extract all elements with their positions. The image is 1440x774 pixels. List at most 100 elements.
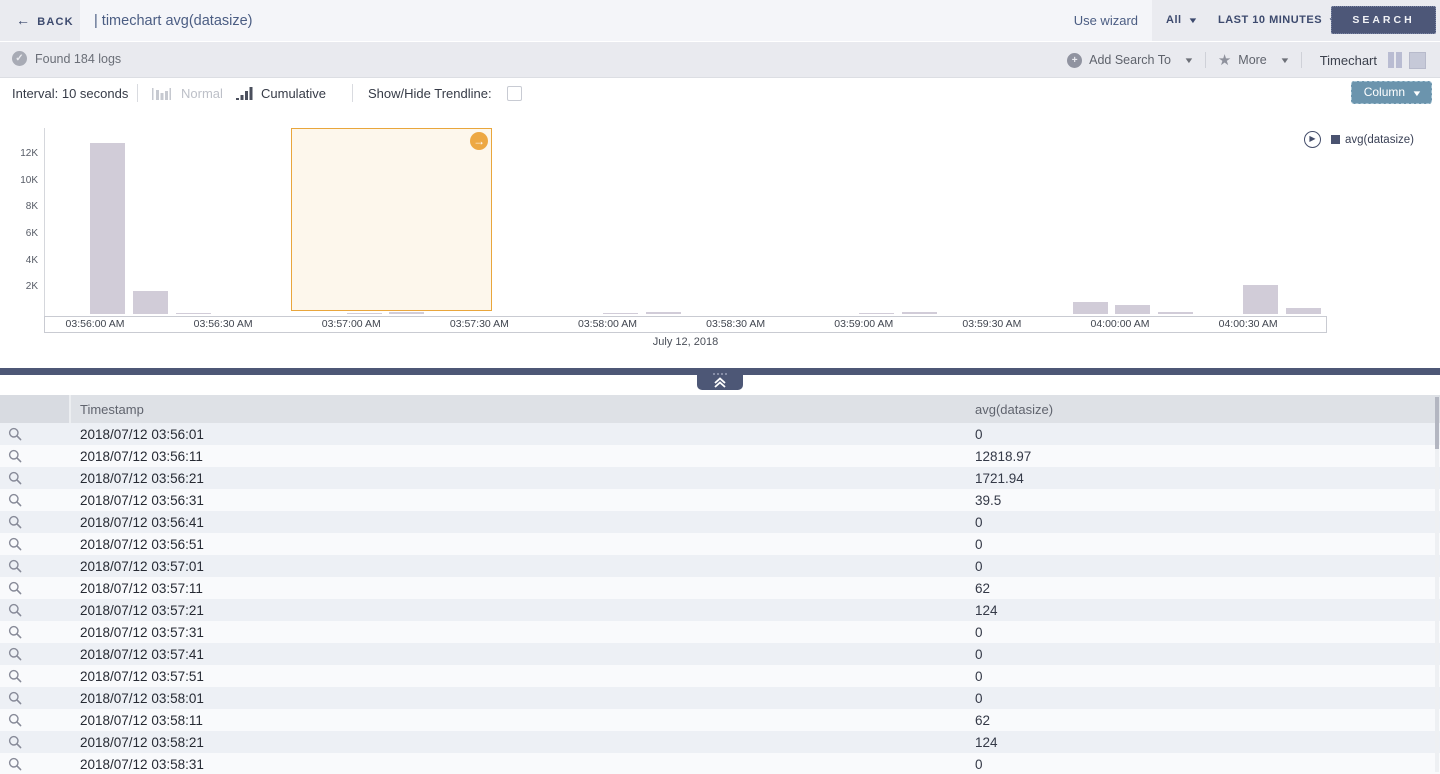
magnifier-icon[interactable] [8,581,22,600]
row-timestamp: 2018/07/12 03:56:01 [80,427,204,442]
row-timestamp: 2018/07/12 03:56:21 [80,471,204,486]
magnifier-icon[interactable] [8,449,22,468]
row-value: 124 [975,735,998,750]
magnifier-icon[interactable] [8,493,22,512]
chart-bar[interactable] [859,313,894,314]
chart-bar[interactable] [176,313,211,314]
time-range-dropdown[interactable]: LAST 10 MINUTES▼ [1218,14,1338,26]
table-row: 2018/07/12 03:57:01 0 [0,555,1440,577]
magnifier-icon[interactable] [8,471,22,490]
x-axis-tick-label: 04:00:00 AM [1065,318,1175,330]
column-header-avg-datasize[interactable]: avg(datasize) [975,402,1053,417]
chart-bar[interactable] [389,312,424,314]
table-row: 2018/07/12 03:56:11 12818.97 [0,445,1440,467]
trendline-checkbox[interactable] [507,86,522,101]
table-row: 2018/07/12 03:58:01 0 [0,687,1440,709]
controls-divider [137,84,138,102]
search-query-text: | timechart avg(datasize) [94,13,253,29]
controls-divider [352,84,353,102]
row-value: 0 [975,515,983,530]
chart-bar[interactable] [1073,302,1108,314]
table-row: 2018/07/12 03:56:31 39.5 [0,489,1440,511]
chart-bar[interactable] [347,313,382,314]
magnifier-icon[interactable] [8,713,22,732]
magnifier-icon[interactable] [8,427,22,446]
normal-mode-button[interactable]: Normal [152,78,223,108]
row-timestamp: 2018/07/12 03:56:31 [80,493,204,508]
add-search-to-dropdown[interactable]: + Add Search To ▼ [1055,53,1205,68]
column-header-timestamp[interactable]: Timestamp [80,402,144,417]
x-axis-tick-label: 03:59:00 AM [809,318,919,330]
chart-bar[interactable] [133,291,168,314]
cumulative-mode-button[interactable]: Cumulative [236,78,326,108]
table-row: 2018/07/12 03:58:31 0 [0,753,1440,774]
table-scrollbar[interactable] [1435,397,1439,772]
back-button[interactable]: ←BACK [16,12,74,28]
row-value: 62 [975,581,990,596]
chart-bar[interactable] [1243,285,1278,314]
collapse-chart-button[interactable] [697,368,743,390]
row-value: 0 [975,757,983,772]
y-axis-tick-label: 12K [0,148,38,159]
timechart-search-page: ←BACK | timechart avg(datasize) Use wiza… [0,0,1440,774]
magnifier-icon[interactable] [8,603,22,622]
magnifier-icon[interactable] [8,625,22,644]
chart-bar[interactable] [646,312,681,314]
columns-view-icon[interactable] [1387,51,1403,69]
magnifier-icon[interactable] [8,537,22,556]
search-query-input[interactable]: | timechart avg(datasize) Use wizard [80,0,1152,41]
x-axis-tick-label: 03:57:00 AM [296,318,406,330]
play-circle-icon[interactable]: ▶ [1304,131,1321,148]
row-timestamp: 2018/07/12 03:58:21 [80,735,204,750]
chart-bar[interactable] [90,143,125,314]
star-icon: ★ [1218,51,1231,69]
scope-dropdown[interactable]: All▼ [1166,14,1197,26]
chart-bar[interactable] [603,313,638,314]
magnifier-icon[interactable] [8,757,22,774]
back-arrow-icon: ← [16,12,31,28]
plus-circle-icon: + [1067,53,1082,68]
results-table: Timestamp avg(datasize) 2018/07/12 03:56… [0,395,1440,774]
more-dropdown[interactable]: ★ More ▼ [1206,51,1301,69]
trendline-label: Show/Hide Trendline: [368,86,492,101]
row-value: 0 [975,691,983,706]
chart-bar[interactable] [1115,305,1150,314]
time-selection-region[interactable] [291,128,492,311]
cumulative-bars-icon [236,86,254,101]
chart-type-dropdown[interactable]: Column▼ [1351,81,1432,104]
row-value: 39.5 [975,493,1001,508]
timechart-view-label: Timechart [1302,53,1387,68]
chart-bar[interactable] [1286,308,1321,314]
interval-label: Interval: 10 seconds [12,78,128,108]
row-timestamp: 2018/07/12 03:57:21 [80,603,204,618]
chart-bar[interactable] [902,312,937,314]
chart-bar[interactable] [1158,312,1193,314]
row-value: 0 [975,427,983,442]
normal-bars-icon [152,86,174,101]
y-axis-tick-label: 6K [0,228,38,239]
row-timestamp: 2018/07/12 03:56:11 [80,449,203,464]
legend-item[interactable]: avg(datasize) [1331,134,1414,146]
magnifier-icon[interactable] [8,691,22,710]
grid-view-icon[interactable] [1409,52,1426,69]
search-button[interactable]: SEARCH [1331,6,1436,34]
magnifier-icon[interactable] [8,669,22,688]
results-toolbar: ✓ Found 184 logs + Add Search To ▼ ★ Mor… [0,42,1440,78]
table-row: 2018/07/12 03:58:11 62 [0,709,1440,731]
row-value: 0 [975,669,983,684]
drag-handle-dots [697,369,743,375]
use-wizard-link[interactable]: Use wizard [1074,13,1138,28]
scrollbar-thumb[interactable] [1435,397,1439,449]
row-timestamp: 2018/07/12 03:57:11 [80,581,203,596]
magnifier-icon[interactable] [8,647,22,666]
table-row: 2018/07/12 03:57:31 0 [0,621,1440,643]
row-timestamp: 2018/07/12 03:58:11 [80,713,203,728]
magnifier-icon[interactable] [8,559,22,578]
table-row: 2018/07/12 03:57:21 124 [0,599,1440,621]
magnifier-icon[interactable] [8,735,22,754]
trendline-toggle-group: Show/Hide Trendline: [368,78,522,108]
y-axis-line [44,128,45,316]
magnifier-icon[interactable] [8,515,22,534]
x-axis-tick-label: 03:59:30 AM [937,318,1047,330]
x-axis-tick-label: 03:56:30 AM [168,318,278,330]
